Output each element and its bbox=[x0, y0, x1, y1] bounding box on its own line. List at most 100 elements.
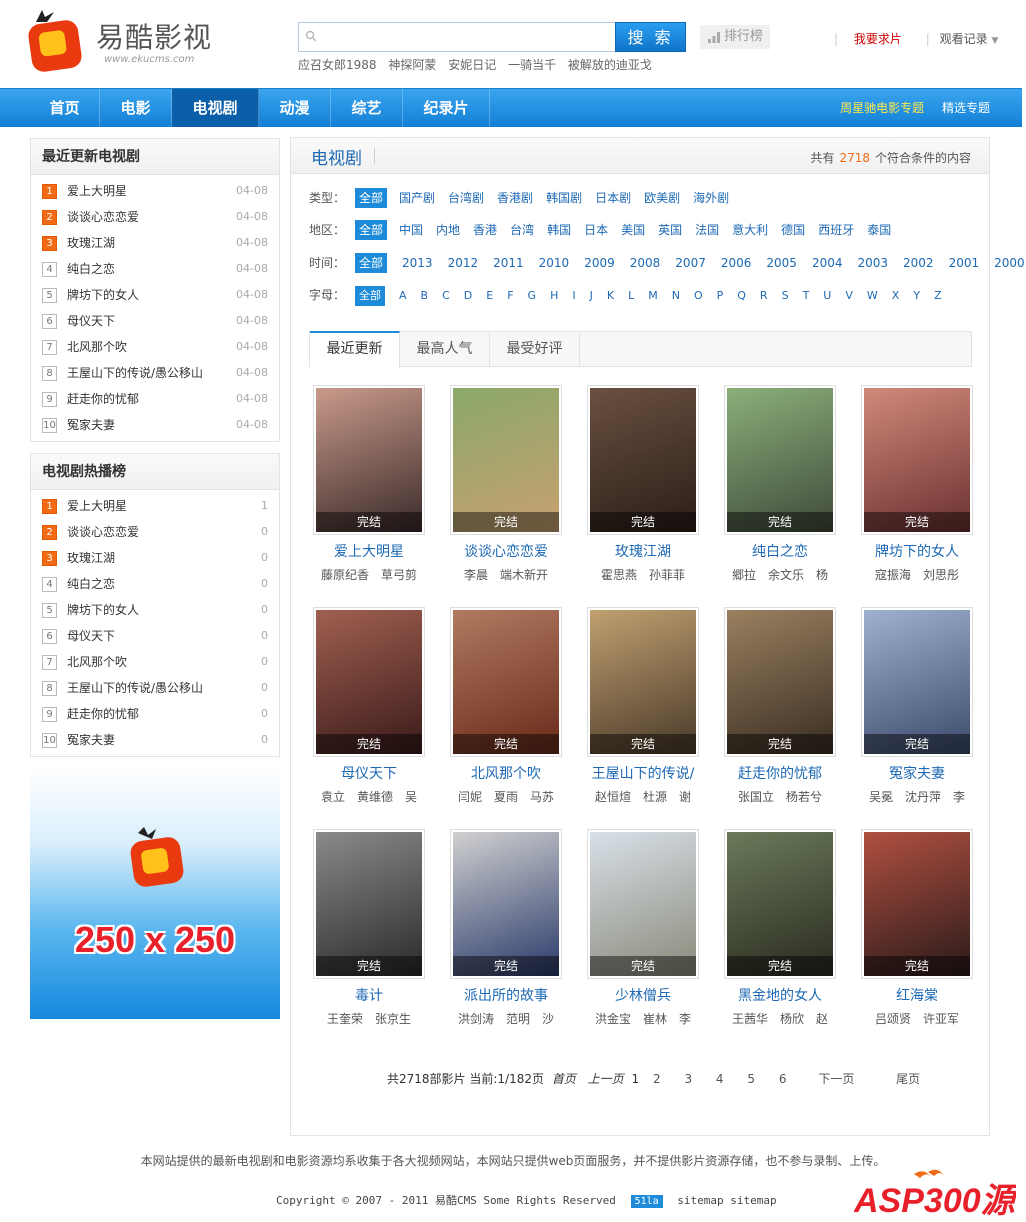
list-item-title[interactable]: 王屋山下的传说/愚公移山 bbox=[67, 681, 203, 695]
video-card[interactable]: 完结 冤家夫妻 吴冕 沈丹萍李 bbox=[857, 607, 977, 805]
hotword-link[interactable]: 安妮日记 bbox=[448, 58, 496, 72]
actor-link[interactable]: 刘思彤 bbox=[923, 568, 959, 582]
filter-option-all[interactable]: 全部 bbox=[355, 188, 388, 208]
video-card[interactable]: 完结 毒计 王奎荣 张京生 bbox=[309, 829, 429, 1027]
actor-link[interactable]: 沈丹萍 bbox=[905, 790, 941, 804]
tab-top-rated[interactable]: 最受好评 bbox=[490, 331, 580, 367]
actor-link[interactable]: 寇振海 bbox=[875, 568, 911, 582]
poster-image[interactable] bbox=[864, 832, 970, 976]
list-item[interactable]: 5 牌坊下的女人 0 bbox=[31, 597, 279, 623]
pager-last[interactable]: 尾页 bbox=[896, 1072, 920, 1086]
filter-option[interactable]: 国产剧 bbox=[399, 187, 435, 209]
list-item[interactable]: 10 冤家夫妻 04-08 bbox=[31, 412, 279, 438]
nav-item-movie[interactable]: 电影 bbox=[100, 89, 172, 127]
search-input[interactable] bbox=[321, 27, 611, 47]
filter-option[interactable]: 2013 bbox=[402, 252, 433, 274]
list-item-title[interactable]: 谈谈心恋恋爱 bbox=[67, 525, 139, 539]
list-item[interactable]: 4 纯白之恋 0 bbox=[31, 571, 279, 597]
poster-frame[interactable]: 完结 bbox=[861, 607, 973, 757]
list-item[interactable]: 6 母仪天下 0 bbox=[31, 623, 279, 649]
list-item[interactable]: 6 母仪天下 04-08 bbox=[31, 308, 279, 334]
pager-page[interactable]: 4 bbox=[716, 1072, 724, 1086]
filter-option[interactable]: 德国 bbox=[781, 219, 805, 241]
filter-option[interactable]: 内地 bbox=[436, 219, 460, 241]
video-title[interactable]: 北风那个吹 bbox=[446, 763, 566, 783]
actor-link[interactable]: 范明 bbox=[506, 1012, 530, 1026]
list-item[interactable]: 3 玫瑰江湖 0 bbox=[31, 545, 279, 571]
poster-frame[interactable]: 完结 bbox=[724, 385, 836, 535]
actor-link[interactable]: 袁立 bbox=[321, 790, 345, 804]
filter-option[interactable]: 2001 bbox=[949, 252, 980, 274]
list-item[interactable]: 8 王屋山下的传说/愚公移山 04-08 bbox=[31, 360, 279, 386]
list-item[interactable]: 2 谈谈心恋恋爱 04-08 bbox=[31, 204, 279, 230]
list-item[interactable]: 9 赶走你的忧郁 0 bbox=[31, 701, 279, 727]
poster-frame[interactable]: 完结 bbox=[450, 607, 562, 757]
list-item[interactable]: 1 爱上大明星 04-08 bbox=[31, 178, 279, 204]
poster-image[interactable] bbox=[864, 388, 970, 532]
filter-option[interactable]: 欧美剧 bbox=[644, 187, 680, 209]
list-item-title[interactable]: 爱上大明星 bbox=[67, 184, 127, 198]
filter-option[interactable]: 2012 bbox=[448, 252, 479, 274]
filter-option-all[interactable]: 全部 bbox=[355, 253, 388, 273]
actor-link[interactable]: 李 bbox=[953, 790, 965, 804]
list-item[interactable]: 1 爱上大明星 1 bbox=[31, 493, 279, 519]
list-item-title[interactable]: 玫瑰江湖 bbox=[67, 551, 115, 565]
actor-link[interactable]: 张国立 bbox=[738, 790, 774, 804]
actor-link[interactable]: 夏雨 bbox=[494, 790, 518, 804]
filter-option[interactable]: 2000 bbox=[994, 252, 1025, 274]
list-item[interactable]: 5 牌坊下的女人 04-08 bbox=[31, 282, 279, 308]
video-card[interactable]: 完结 赶走你的忧郁 张国立 杨若兮 bbox=[720, 607, 840, 805]
filter-option[interactable]: 日本 bbox=[584, 219, 608, 241]
stats-badge[interactable]: 51la bbox=[630, 1195, 663, 1208]
filter-option[interactable]: U bbox=[823, 285, 831, 307]
video-title[interactable]: 牌坊下的女人 bbox=[857, 541, 977, 561]
actor-link[interactable]: 张京生 bbox=[375, 1012, 411, 1026]
video-card[interactable]: 完结 母仪天下 袁立 黄维德吴 bbox=[309, 607, 429, 805]
video-card[interactable]: 完结 北风那个吹 闫妮 夏雨 马苏 bbox=[446, 607, 566, 805]
video-title[interactable]: 母仪天下 bbox=[309, 763, 429, 783]
actor-link[interactable]: 许亚军 bbox=[923, 1012, 959, 1026]
pager-page[interactable]: 5 bbox=[747, 1072, 755, 1086]
filter-option[interactable]: 台湾剧 bbox=[448, 187, 484, 209]
video-title[interactable]: 红海棠 bbox=[857, 985, 977, 1005]
poster-frame[interactable]: 完结 bbox=[587, 607, 699, 757]
pager-prev[interactable]: 上一页 bbox=[588, 1072, 624, 1086]
hotword-link[interactable]: 被解放的迪亚戈 bbox=[568, 58, 652, 72]
filter-option[interactable]: 2004 bbox=[812, 252, 843, 274]
filter-option[interactable]: 2008 bbox=[630, 252, 661, 274]
poster-image[interactable] bbox=[453, 610, 559, 754]
video-card[interactable]: 完结 爱上大明星 藤原纪香 草弓剪 bbox=[309, 385, 429, 583]
filter-option[interactable]: Y bbox=[913, 285, 920, 307]
actor-link[interactable]: 谢 bbox=[679, 790, 691, 804]
poster-frame[interactable]: 完结 bbox=[587, 829, 699, 979]
filter-option[interactable]: 意大利 bbox=[732, 219, 768, 241]
filter-option[interactable]: 香港 bbox=[473, 219, 497, 241]
filter-option[interactable]: 海外剧 bbox=[693, 187, 729, 209]
video-title[interactable]: 纯白之恋 bbox=[720, 541, 840, 561]
list-item-title[interactable]: 赶走你的忧郁 bbox=[67, 707, 139, 721]
list-item-title[interactable]: 冤家夫妻 bbox=[67, 418, 115, 432]
actor-link[interactable]: 王茜华 bbox=[732, 1012, 768, 1026]
actor-link[interactable]: 霍思燕 bbox=[601, 568, 637, 582]
poster-frame[interactable]: 完结 bbox=[861, 829, 973, 979]
filter-option[interactable]: 中国 bbox=[399, 219, 423, 241]
filter-option[interactable]: Z bbox=[934, 285, 942, 307]
filter-option[interactable]: V bbox=[845, 285, 853, 307]
watch-history-link[interactable]: 观看记录 bbox=[940, 32, 988, 46]
filter-option[interactable]: 香港剧 bbox=[497, 187, 533, 209]
list-item-title[interactable]: 母仪天下 bbox=[67, 629, 115, 643]
filter-option[interactable]: P bbox=[717, 285, 724, 307]
filter-option[interactable]: 2011 bbox=[493, 252, 524, 274]
actor-link[interactable]: 端木新开 bbox=[500, 568, 548, 582]
poster-image[interactable] bbox=[864, 610, 970, 754]
video-title[interactable]: 冤家夫妻 bbox=[857, 763, 977, 783]
actor-link[interactable]: 草弓剪 bbox=[381, 568, 417, 582]
video-title[interactable]: 爱上大明星 bbox=[309, 541, 429, 561]
filter-option-all[interactable]: 全部 bbox=[355, 220, 388, 240]
video-title[interactable]: 少林僧兵 bbox=[583, 985, 703, 1005]
video-title[interactable]: 黑金地的女人 bbox=[720, 985, 840, 1005]
actor-link[interactable]: 赵 bbox=[816, 1012, 828, 1026]
actor-link[interactable]: 杨 bbox=[816, 568, 828, 582]
actor-link[interactable]: 藤原纪香 bbox=[321, 568, 369, 582]
video-title[interactable]: 毒计 bbox=[309, 985, 429, 1005]
